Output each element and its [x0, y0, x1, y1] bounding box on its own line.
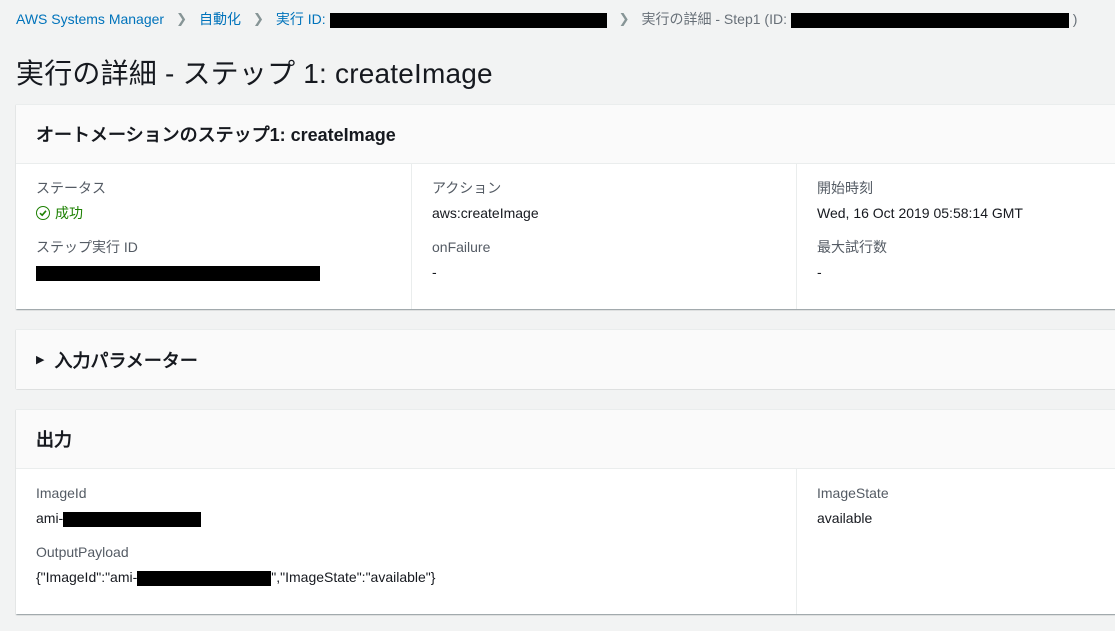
max-attempts-value: -: [817, 264, 822, 280]
max-attempts-field: 最大試行数 -: [817, 237, 1106, 282]
caret-right-icon: ▶: [36, 354, 45, 366]
output-col-1: ImageId ami- OutputPayload {"ImageId":"a…: [16, 469, 796, 614]
input-parameters-panel: ▶ 入力パラメーター: [16, 329, 1115, 389]
chevron-right-icon: ❯: [618, 11, 630, 26]
status-value: 成功: [36, 203, 391, 223]
step-execution-id-label: ステップ実行 ID: [36, 239, 138, 255]
step-col-1: ステータス 成功 ステップ実行 ID: [16, 164, 411, 309]
start-time-label: 開始時刻: [817, 180, 873, 196]
payload-prefix: {"ImageId":"ami-: [36, 569, 138, 585]
max-attempts-label: 最大試行数: [817, 239, 887, 255]
image-state-field: ImageState available: [817, 483, 1106, 528]
image-id-label: ImageId: [36, 485, 87, 501]
breadcrumb-execution-id[interactable]: 実行 ID:: [276, 9, 607, 29]
breadcrumb-current: 実行の詳細 - Step1 (ID: ): [641, 9, 1077, 29]
image-id-prefix: ami-: [36, 510, 64, 526]
step-col-2: アクション aws:createImage onFailure -: [411, 164, 796, 309]
output-payload-value: {"ImageId":"ami- ","ImageState":"availabl…: [36, 567, 776, 587]
status-text: 成功: [55, 205, 83, 221]
status-label: ステータス: [36, 180, 106, 196]
action-value: aws:createImage: [432, 205, 539, 221]
input-parameters-toggle[interactable]: ▶ 入力パラメーター: [16, 330, 1115, 389]
step-execution-id-field: ステップ実行 ID: [36, 237, 391, 282]
output-panel-header: 出力: [16, 410, 1115, 469]
output-payload-field: OutputPayload {"ImageId":"ami- ","ImageSt…: [36, 542, 776, 587]
breadcrumb-automation[interactable]: 自動化: [199, 9, 241, 29]
step-execution-id-value: [36, 262, 391, 282]
breadcrumb-current-prefix: 実行の詳細 - Step1 (ID:: [641, 11, 787, 27]
output-panel: 出力 ImageId ami- OutputPayload {"ImageId"…: [16, 409, 1115, 614]
breadcrumb: AWS Systems Manager ❯ 自動化 ❯ 実行 ID: ❯ 実行の…: [16, 10, 1077, 28]
redacted-block: [137, 570, 272, 586]
breadcrumb-execution-id-label: 実行 ID:: [275, 11, 326, 27]
image-id-field: ImageId ami-: [36, 483, 776, 528]
start-time-value: Wed, 16 Oct 2019 05:58:14 GMT: [817, 205, 1023, 221]
output-grid: ImageId ami- OutputPayload {"ImageId":"a…: [16, 469, 1115, 614]
step-panel-header: オートメーションのステップ1: createImage: [16, 105, 1115, 164]
redacted-block: [790, 12, 1069, 28]
redacted-block: [329, 12, 607, 28]
input-parameters-header: 入力パラメーター: [54, 350, 198, 371]
payload-suffix: ","ImageState":"available"}: [271, 569, 436, 585]
start-time-field: 開始時刻 Wed, 16 Oct 2019 05:58:14 GMT: [817, 178, 1106, 223]
action-field: アクション aws:createImage: [432, 178, 776, 223]
step-details-grid: ステータス 成功 ステップ実行 ID アクション aws:createImage: [16, 164, 1115, 309]
page-title: 実行の詳細 - ステップ 1: createImage: [16, 58, 493, 89]
image-state-value: available: [817, 510, 873, 526]
chevron-right-icon: ❯: [253, 11, 264, 26]
output-col-2: ImageState available: [796, 469, 1115, 614]
onfailure-field: onFailure -: [432, 237, 776, 282]
image-id-value: ami-: [36, 508, 776, 528]
redacted-block: [63, 511, 202, 527]
check-circle-icon: [36, 206, 50, 220]
onfailure-value: -: [432, 264, 437, 280]
action-label: アクション: [432, 180, 502, 196]
redacted-block: [36, 265, 320, 281]
image-state-label: ImageState: [817, 485, 889, 501]
breadcrumb-systems-manager[interactable]: AWS Systems Manager: [16, 11, 164, 27]
chevron-right-icon: ❯: [176, 11, 187, 26]
status-field: ステータス 成功: [36, 178, 391, 223]
step-details-panel: オートメーションのステップ1: createImage ステータス 成功 ステッ…: [16, 104, 1115, 309]
output-payload-label: OutputPayload: [36, 544, 129, 560]
breadcrumb-current-suffix: ): [1072, 11, 1078, 27]
onfailure-label: onFailure: [432, 239, 491, 255]
step-col-3: 開始時刻 Wed, 16 Oct 2019 05:58:14 GMT 最大試行数…: [796, 164, 1115, 309]
